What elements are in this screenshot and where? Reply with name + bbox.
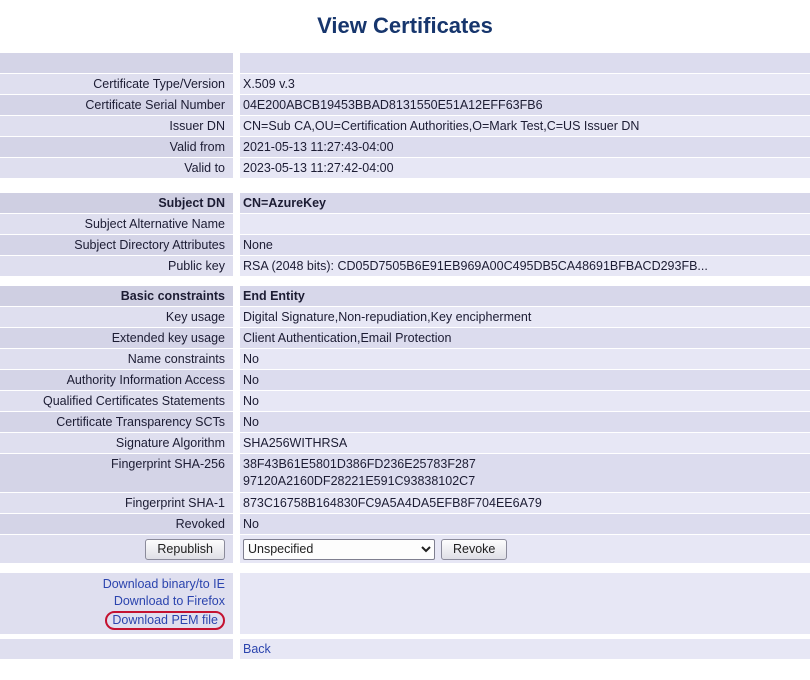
- row-public-key: Public key RSA (2048 bits): CD05D7505B6E…: [0, 256, 810, 276]
- row-extended-key-usage: Extended key usage Client Authentication…: [0, 328, 810, 348]
- row-value: None: [240, 235, 810, 255]
- row-label: Authority Information Access: [0, 370, 233, 390]
- revocation-reason-select[interactable]: Unspecified: [243, 539, 435, 560]
- row-downloads: Download binary/to IE Download to Firefo…: [0, 573, 810, 634]
- download-pem-link[interactable]: Download PEM file: [112, 613, 218, 627]
- row-subject-dn: Subject DN CN=AzureKey: [0, 193, 810, 213]
- download-firefox-link[interactable]: Download to Firefox: [0, 593, 225, 610]
- row-revoked: Revoked No: [0, 514, 810, 534]
- row-label: Subject Alternative Name: [0, 214, 233, 234]
- row-key-usage: Key usage Digital Signature,Non-repudiat…: [0, 307, 810, 327]
- row-certificate-type-version: Certificate Type/Version X.509 v.3: [0, 74, 810, 94]
- row-label: Fingerprint SHA-256: [0, 454, 233, 492]
- row-label: Revoked: [0, 514, 233, 534]
- row-issuer-dn: Issuer DN CN=Sub CA,OU=Certification Aut…: [0, 116, 810, 136]
- row-label: Issuer DN: [0, 116, 233, 136]
- section-gap: [0, 179, 810, 193]
- row-value: SHA256WITHRSA: [240, 433, 810, 453]
- page-title: View Certificates: [0, 0, 810, 53]
- row-label: Certificate Type/Version: [0, 74, 233, 94]
- download-links-cell: Download binary/to IE Download to Firefo…: [0, 573, 233, 634]
- row-value: No: [240, 412, 810, 432]
- row-basic-constraints: Basic constraints End Entity: [0, 286, 810, 306]
- fingerprint-sha256-line1: 38F43B61E5801D386FD236E25783F287: [243, 456, 810, 473]
- section-gap: [0, 564, 810, 573]
- row-label: Basic constraints: [0, 286, 233, 306]
- row-value: No: [240, 391, 810, 411]
- row-actions: Republish Unspecified Revoke: [0, 535, 810, 563]
- row-label: Name constraints: [0, 349, 233, 369]
- spacer-row: [0, 53, 810, 73]
- row-subject-alternative-name: Subject Alternative Name: [0, 214, 810, 234]
- row-name-constraints: Name constraints No: [0, 349, 810, 369]
- row-label: Certificate Serial Number: [0, 95, 233, 115]
- row-value: 38F43B61E5801D386FD236E25783F287 97120A2…: [240, 454, 810, 492]
- row-value: 873C16758B164830FC9A5A4DA5EFB8F704EE6A79: [240, 493, 810, 513]
- row-value: X.509 v.3: [240, 74, 810, 94]
- row-label: Extended key usage: [0, 328, 233, 348]
- row-label: Republish: [0, 535, 233, 563]
- row-value: 04E200ABCB19453BBAD8131550E51A12EFF63FB6: [240, 95, 810, 115]
- row-value: [240, 214, 810, 234]
- row-label: Fingerprint SHA-1: [0, 493, 233, 513]
- row-label: [0, 639, 233, 659]
- view-certificates-page: View Certificates Certificate Type/Versi…: [0, 0, 810, 659]
- row-label: [0, 53, 233, 73]
- row-value: CN=Sub CA,OU=Certification Authorities,O…: [240, 116, 810, 136]
- row-label: Valid from: [0, 137, 233, 157]
- row-value: Digital Signature,Non-repudiation,Key en…: [240, 307, 810, 327]
- row-label: Subject Directory Attributes: [0, 235, 233, 255]
- row-value: Client Authentication,Email Protection: [240, 328, 810, 348]
- row-certificate-serial-number: Certificate Serial Number 04E200ABCB1945…: [0, 95, 810, 115]
- row-valid-to: Valid to 2023-05-13 11:27:42-04:00: [0, 158, 810, 178]
- row-label: Signature Algorithm: [0, 433, 233, 453]
- annotation-red-oval: Download PEM file: [105, 611, 225, 630]
- row-authority-information-access: Authority Information Access No: [0, 370, 810, 390]
- row-label: Key usage: [0, 307, 233, 327]
- row-value: Back: [240, 639, 810, 659]
- row-qualified-certificates-statements: Qualified Certificates Statements No: [0, 391, 810, 411]
- row-value: [240, 53, 810, 73]
- certificate-table: Certificate Type/Version X.509 v.3 Certi…: [0, 53, 810, 659]
- row-subject-directory-attributes: Subject Directory Attributes None: [0, 235, 810, 255]
- row-label: Subject DN: [0, 193, 233, 213]
- row-value: No: [240, 514, 810, 534]
- row-fingerprint-sha1: Fingerprint SHA-1 873C16758B164830FC9A5A…: [0, 493, 810, 513]
- row-value: No: [240, 349, 810, 369]
- row-value: End Entity: [240, 286, 810, 306]
- row-certificate-transparency-scts: Certificate Transparency SCTs No: [0, 412, 810, 432]
- row-back: Back: [0, 639, 810, 659]
- row-label: Qualified Certificates Statements: [0, 391, 233, 411]
- row-value: CN=AzureKey: [240, 193, 810, 213]
- row-value: No: [240, 370, 810, 390]
- row-value: 2023-05-13 11:27:42-04:00: [240, 158, 810, 178]
- section-gap: [0, 277, 810, 286]
- fingerprint-sha256-line2: 97120A2160DF28221E591C93838102C7: [243, 473, 810, 490]
- row-label: Valid to: [0, 158, 233, 178]
- download-binary-ie-link[interactable]: Download binary/to IE: [0, 576, 225, 593]
- row-value: RSA (2048 bits): CD05D7505B6E91EB969A00C…: [240, 256, 810, 276]
- revoke-button[interactable]: Revoke: [441, 539, 507, 560]
- row-fingerprint-sha256: Fingerprint SHA-256 38F43B61E5801D386FD2…: [0, 454, 810, 492]
- row-value: 2021-05-13 11:27:43-04:00: [240, 137, 810, 157]
- row-value: Unspecified Revoke: [240, 535, 810, 563]
- republish-button[interactable]: Republish: [145, 539, 225, 560]
- row-label: Certificate Transparency SCTs: [0, 412, 233, 432]
- row-value: [240, 573, 810, 634]
- row-label: Public key: [0, 256, 233, 276]
- row-valid-from: Valid from 2021-05-13 11:27:43-04:00: [0, 137, 810, 157]
- row-signature-algorithm: Signature Algorithm SHA256WITHRSA: [0, 433, 810, 453]
- back-link[interactable]: Back: [243, 642, 271, 656]
